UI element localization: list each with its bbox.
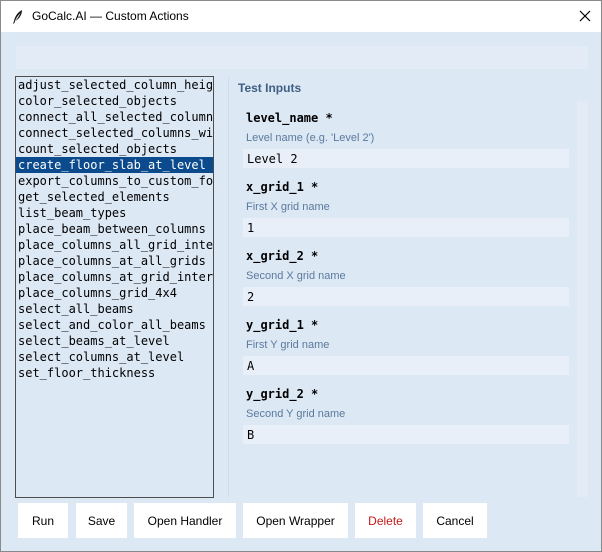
toolbar-strip	[16, 46, 588, 69]
y-grid-1-input[interactable]	[243, 356, 569, 375]
field-name: y_grid_1 *	[246, 318, 319, 332]
open-wrapper-button[interactable]: Open Wrapper	[243, 503, 348, 538]
list-item[interactable]: place_columns_at_all_grids	[16, 253, 213, 269]
list-item[interactable]: select_all_beams	[16, 301, 213, 317]
window-title: GoCalc.AI — Custom Actions	[32, 9, 189, 23]
list-item[interactable]: connect_selected_columns_wit	[16, 125, 213, 141]
field-name: level_name *	[246, 111, 333, 125]
list-item[interactable]: place_columns_grid_4x4	[16, 285, 213, 301]
field-name: y_grid_2 *	[246, 387, 319, 401]
list-item[interactable]: adjust_selected_column_heigh	[16, 77, 213, 93]
list-item[interactable]: set_floor_thickness	[16, 365, 213, 381]
custom-actions-window: GoCalc.AI — Custom Actions adjust_select…	[0, 0, 602, 552]
title-bar[interactable]: GoCalc.AI — Custom Actions	[1, 1, 601, 32]
delete-button[interactable]: Delete	[355, 503, 416, 538]
quill-icon	[11, 9, 25, 25]
list-item[interactable]: get_selected_elements	[16, 189, 213, 205]
field-name: x_grid_1 *	[246, 180, 319, 194]
level-name-input[interactable]	[243, 149, 569, 168]
close-icon	[579, 7, 591, 26]
list-item[interactable]: select_columns_at_level	[16, 349, 213, 365]
panel-scrollbar[interactable]	[577, 101, 588, 497]
list-item[interactable]: place_columns_all_grid_inter	[16, 237, 213, 253]
open-handler-button[interactable]: Open Handler	[134, 503, 236, 538]
panel-divider	[228, 77, 229, 497]
list-item[interactable]: list_beam_types	[16, 205, 213, 221]
field-description: First Y grid name	[246, 339, 330, 351]
list-item[interactable]: select_and_color_all_beams	[16, 317, 213, 333]
field-description: First X grid name	[246, 201, 330, 213]
close-button[interactable]	[569, 1, 601, 32]
field-description: Second Y grid name	[246, 408, 346, 420]
field-description: Second X grid name	[246, 270, 346, 282]
list-item[interactable]: export_columns_to_custom_fol	[16, 173, 213, 189]
test-inputs-panel: Test Inputs level_name * Level name (e.g…	[231, 77, 589, 497]
run-button[interactable]: Run	[18, 503, 68, 538]
field-description: Level name (e.g. 'Level 2')	[246, 132, 375, 144]
x-grid-1-input[interactable]	[243, 218, 569, 237]
list-item[interactable]: place_columns_at_grid_inters	[16, 269, 213, 285]
cancel-button[interactable]: Cancel	[423, 503, 487, 538]
list-item[interactable]: color_selected_objects	[16, 93, 213, 109]
save-button[interactable]: Save	[76, 503, 127, 538]
list-item[interactable]: connect_all_selected_columns	[16, 109, 213, 125]
list-item[interactable]: count_selected_objects	[16, 141, 213, 157]
section-title: Test Inputs	[238, 81, 302, 95]
list-item[interactable]: select_beams_at_level	[16, 333, 213, 349]
list-item[interactable]: place_beam_between_columns	[16, 221, 213, 237]
y-grid-2-input[interactable]	[243, 425, 569, 444]
actions-listbox[interactable]: adjust_selected_column_heigh color_selec…	[15, 76, 214, 498]
x-grid-2-input[interactable]	[243, 287, 569, 306]
list-item-selected[interactable]: create_floor_slab_at_level	[16, 157, 213, 173]
field-name: x_grid_2 *	[246, 249, 319, 263]
